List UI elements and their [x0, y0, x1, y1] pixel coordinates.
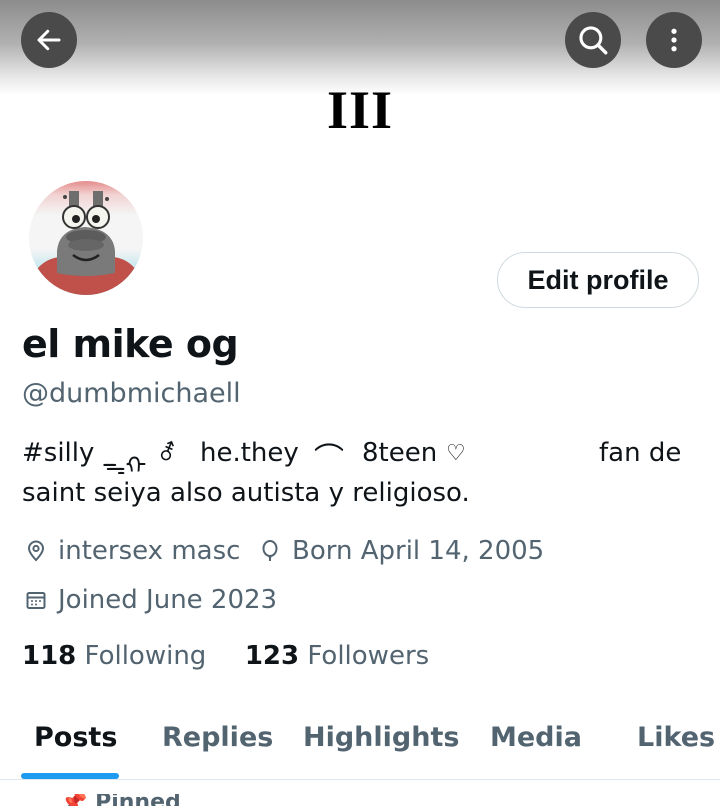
tab-replies[interactable]: Replies — [162, 722, 273, 753]
tab-posts[interactable]: Posts — [34, 722, 117, 753]
arrow-left-icon — [37, 29, 61, 51]
followers-link[interactable]: 123 Followers — [245, 641, 429, 671]
joined-text: Joined June 2023 — [58, 585, 278, 615]
handle: @dumbmichaell — [22, 378, 241, 409]
back-button[interactable] — [21, 12, 77, 68]
location-row: intersex masc — [22, 536, 240, 566]
location-pin-icon — [22, 537, 50, 565]
bio: #silly ᯓᡣ ⚦ he.they ⌒ 8teen ♡ fan de — [22, 438, 702, 480]
following-count: 118 — [22, 641, 77, 671]
bio-pronouns: he.they — [200, 438, 299, 468]
pin-icon: 📌 — [60, 794, 87, 806]
avatar-cartoon — [37, 191, 137, 295]
tab-likes[interactable]: Likes — [637, 722, 715, 753]
avatar[interactable] — [26, 178, 146, 298]
followers-count: 123 — [244, 641, 300, 671]
bio-symbol-1: ᯓᡣ — [102, 452, 147, 480]
more-vertical-icon — [671, 28, 677, 52]
more-options-button[interactable] — [646, 12, 702, 68]
tab-divider — [0, 779, 720, 780]
edit-profile-button[interactable]: Edit profile — [497, 252, 699, 308]
search-icon — [579, 26, 608, 55]
following-link[interactable]: 118 Following — [22, 641, 206, 671]
birthday-text: Born April 14, 2005 — [292, 536, 545, 566]
tab-highlights[interactable]: Highlights — [303, 722, 459, 753]
bio-symbol-2: ⚦ — [158, 441, 177, 466]
bio-symbol-4: ♡ — [446, 441, 466, 466]
bio-line-2: saint seiya also autista y religioso. — [22, 478, 470, 508]
search-button[interactable] — [565, 12, 621, 68]
balloon-icon — [256, 537, 284, 565]
pinned-label: 📌 Pinned — [60, 794, 181, 806]
bio-age: 8teen — [362, 438, 438, 468]
follow-stats: 118 Following 123 Followers — [22, 641, 429, 671]
bio-symbol-3: ⌒ — [314, 442, 344, 477]
tab-media[interactable]: Media — [490, 722, 582, 753]
bio-fan-de: fan de — [599, 438, 682, 468]
calendar-icon — [22, 586, 50, 614]
display-name: el mike og — [22, 322, 239, 366]
followers-label: Followers — [307, 641, 430, 671]
bio-hashtag[interactable]: #silly — [22, 438, 94, 468]
birthday-row: Born April 14, 2005 — [256, 536, 544, 566]
joined-row: Joined June 2023 — [22, 585, 277, 615]
banner-text: III — [326, 80, 394, 140]
location-text: intersex masc — [58, 536, 241, 566]
following-label: Following — [84, 641, 207, 671]
